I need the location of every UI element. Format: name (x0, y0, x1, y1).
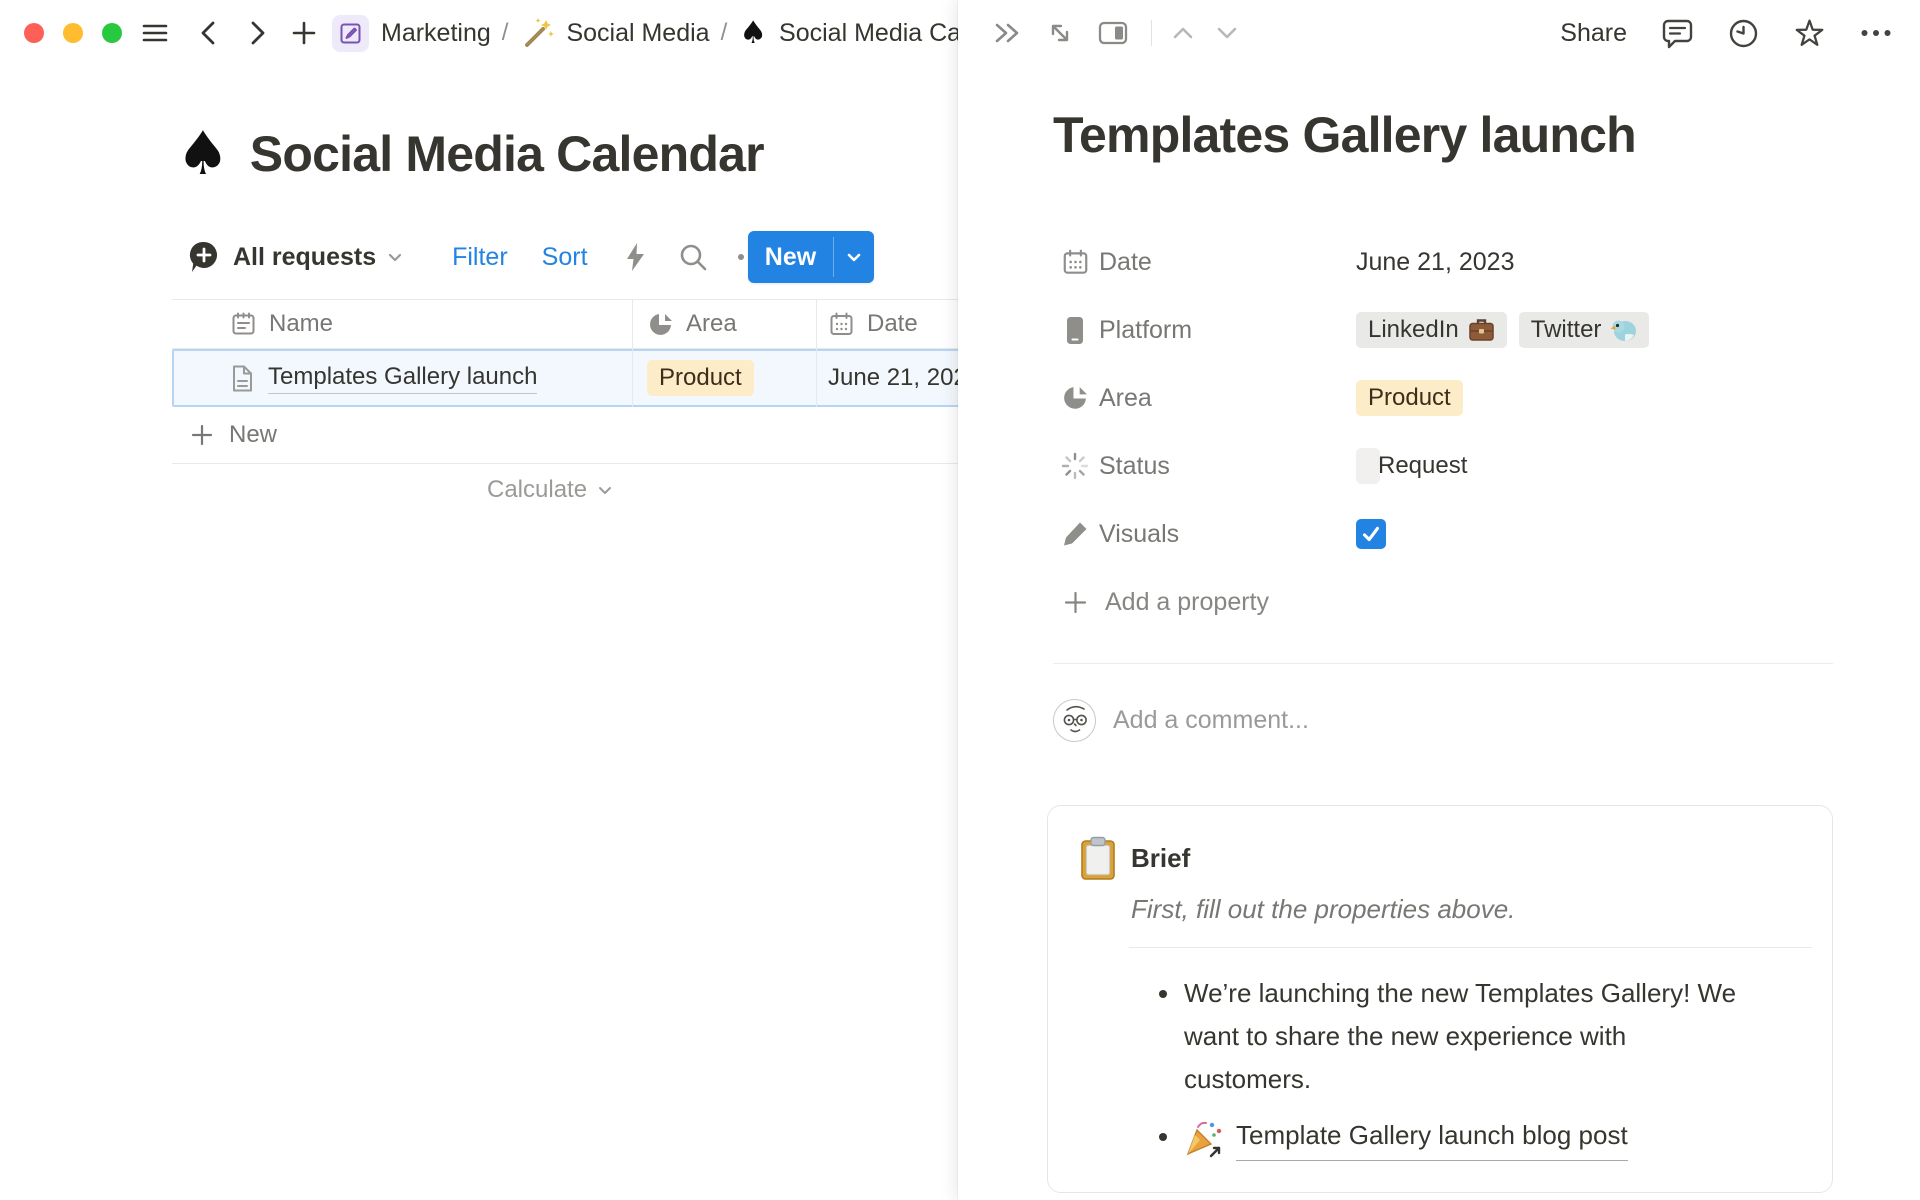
breadcrumb-marketing[interactable]: Marketing (381, 19, 491, 48)
breadcrumb-separator: / (721, 19, 728, 47)
select-property-icon (647, 311, 674, 338)
forward-icon[interactable] (244, 18, 270, 48)
brief-bullets: We’re launching the new Templates Galler… (1048, 972, 1832, 1161)
section-divider (1053, 663, 1833, 664)
plus-icon (1060, 589, 1090, 616)
zoom-window-button[interactable] (102, 23, 122, 43)
close-peek-double-chevron-icon[interactable] (991, 19, 1023, 47)
search-icon[interactable] (678, 242, 708, 272)
magic-wand-icon (520, 16, 554, 50)
row-title[interactable]: Templates Gallery launch (268, 363, 537, 394)
page-title: ♠ Social Media Calendar (176, 124, 764, 184)
visuals-value (1356, 519, 1386, 549)
platform-tags[interactable]: LinkedIn Twitter (1356, 312, 1649, 348)
minimize-window-button[interactable] (63, 23, 83, 43)
automation-bolt-icon[interactable] (622, 241, 648, 273)
new-button[interactable]: New (748, 231, 874, 283)
phone-icon (1060, 315, 1090, 346)
check-icon (1359, 522, 1383, 546)
bird-emoji (1610, 318, 1637, 342)
page-title-text: Social Media Calendar (250, 125, 764, 183)
side-peek-panel: Share Templates Gallery launch (958, 0, 1920, 1200)
new-tab-icon[interactable] (290, 19, 318, 47)
chevron-down-icon (384, 246, 406, 268)
date-value[interactable]: June 21, 2023 (1356, 248, 1514, 277)
window-controls (24, 23, 122, 43)
peek-page-title[interactable]: Templates Gallery launch (1053, 104, 1833, 166)
spade-icon: ♠ (739, 18, 767, 49)
user-avatar (1053, 699, 1096, 742)
view-name: All requests (233, 243, 376, 272)
breadcrumb-social-media-calendar[interactable]: Social Media Cal (779, 19, 967, 48)
new-dropdown-chevron-icon[interactable] (834, 231, 874, 283)
close-window-button[interactable] (24, 23, 44, 43)
pen-icon (1060, 520, 1090, 548)
platform-tag-linkedin[interactable]: LinkedIn (1356, 312, 1507, 348)
visuals-checkbox[interactable] (1356, 519, 1386, 549)
sidebar-menu-icon[interactable] (140, 18, 170, 48)
status-tag[interactable]: Request (1356, 448, 1380, 484)
row-name-cell[interactable]: Templates Gallery launch (172, 349, 632, 407)
comment-input[interactable]: Add a comment... (1053, 682, 1833, 758)
notion-app: Marketing / Social Media / ♠ Social Medi… (0, 0, 1920, 1200)
spade-icon: ♠ (176, 124, 230, 184)
status-value[interactable]: Request (1356, 448, 1380, 484)
blog-post-link[interactable]: Template Gallery launch blog post (1236, 1114, 1628, 1161)
requests-icon (189, 241, 220, 274)
property-list: Date June 21, 2023 Platform LinkedIn (1053, 228, 1833, 636)
page-icon (230, 364, 255, 393)
breadcrumb-separator: / (502, 19, 509, 47)
title-property-icon (230, 311, 257, 338)
property-visuals[interactable]: Visuals (1053, 500, 1833, 568)
chevron-down-icon (595, 480, 615, 500)
property-platform[interactable]: Platform LinkedIn Twitter (1053, 296, 1833, 364)
view-selector[interactable]: All requests (189, 241, 406, 274)
filter-button[interactable]: Filter (452, 243, 508, 272)
brief-template-card: Brief First, fill out the properties abo… (1047, 805, 1833, 1193)
area-value[interactable]: Product (1356, 380, 1463, 416)
view-controls: All requests Filter Sort New (189, 231, 949, 283)
briefcase-emoji (1468, 318, 1495, 343)
breadcrumb-social-media[interactable]: Social Media (566, 19, 709, 48)
property-date[interactable]: Date June 21, 2023 (1053, 228, 1833, 296)
area-tag[interactable]: Product (1356, 380, 1463, 416)
brief-title: Brief (1131, 843, 1190, 874)
sort-button[interactable]: Sort (542, 243, 588, 272)
bullet-item[interactable]: Template Gallery launch blog post (1048, 1114, 1832, 1161)
select-property-icon (1060, 384, 1090, 412)
platform-tag-twitter[interactable]: Twitter (1519, 312, 1650, 348)
brief-hint: First, fill out the properties above. (1048, 894, 1832, 925)
calendar-icon (828, 311, 855, 338)
add-property-button[interactable]: Add a property (1053, 568, 1833, 636)
bullet-dot (1159, 1133, 1167, 1141)
column-header-name[interactable]: Name (172, 300, 632, 348)
new-button-label: New (748, 231, 833, 283)
area-tag[interactable]: Product (647, 360, 754, 396)
comment-placeholder: Add a comment... (1113, 706, 1309, 735)
clipboard-emoji (1078, 836, 1118, 881)
more-options-icon[interactable] (1860, 28, 1892, 38)
property-area[interactable]: Area Product (1053, 364, 1833, 432)
property-status[interactable]: Status Request (1053, 432, 1833, 500)
party-popper-emoji (1184, 1118, 1224, 1158)
bullet-dot (1159, 990, 1167, 998)
brief-header: Brief (1048, 806, 1832, 881)
bullet-item[interactable]: We’re launching the new Templates Galler… (1048, 972, 1832, 1101)
plus-icon (189, 422, 215, 448)
back-icon[interactable] (196, 18, 222, 48)
row-area-cell[interactable]: Product (632, 349, 816, 407)
column-header-area[interactable]: Area (632, 300, 816, 348)
peek-body: Templates Gallery launch Date June 21, 2… (1053, 0, 1833, 1193)
brief-divider (1129, 947, 1812, 948)
status-spinner-icon (1060, 451, 1090, 481)
memo-icon (332, 15, 369, 52)
calendar-icon (1060, 248, 1090, 277)
